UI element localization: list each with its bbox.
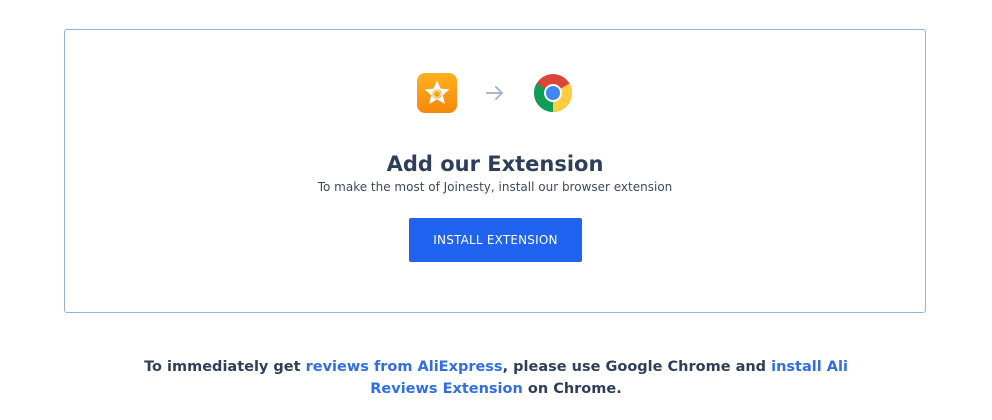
star-coin-icon <box>417 73 457 113</box>
extension-card: Add our Extension To make the most of Jo… <box>64 29 926 313</box>
chrome-icon <box>533 73 573 113</box>
card-subtitle: To make the most of Joinesty, install ou… <box>317 180 673 194</box>
notice-text-1: To immediately get <box>144 359 306 375</box>
chrome-notice: To immediately get reviews from AliExpre… <box>130 356 862 400</box>
icon-row <box>65 73 925 113</box>
notice-text-2: , please use Google Chrome and <box>502 359 772 375</box>
install-extension-button[interactable]: INSTALL EXTENSION <box>409 218 582 262</box>
arrow-right-icon <box>485 84 505 102</box>
card-title: Add our Extension <box>386 152 604 176</box>
reviews-aliexpress-link[interactable]: reviews from AliExpress <box>306 359 503 375</box>
notice-text-3: on Chrome. <box>522 381 622 397</box>
